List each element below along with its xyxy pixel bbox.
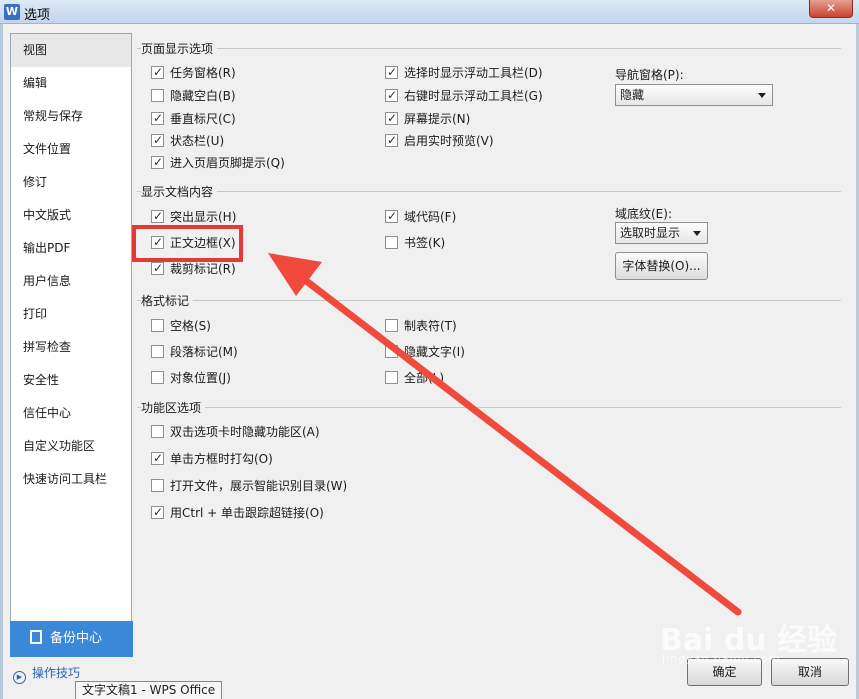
annotation-arrow bbox=[268, 253, 742, 616]
arrow-shaft bbox=[288, 266, 742, 616]
watermark-url: jingyan.baidu.com bbox=[662, 652, 781, 665]
